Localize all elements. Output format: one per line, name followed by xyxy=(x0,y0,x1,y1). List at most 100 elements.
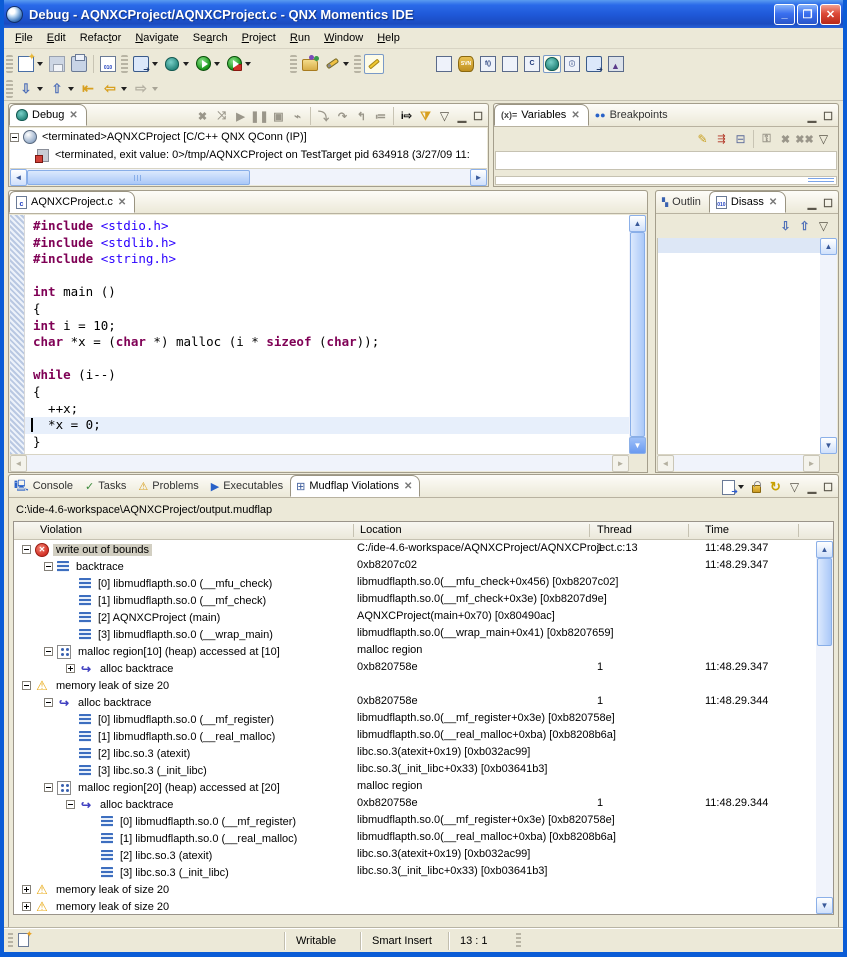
scroll-right-icon[interactable]: ► xyxy=(612,455,629,472)
menu-project[interactable]: Project xyxy=(235,30,283,46)
close-tab-icon[interactable]: ✕ xyxy=(769,197,777,208)
code-line[interactable]: *x = 0; xyxy=(25,417,629,434)
filter-button[interactable]: ⧩ xyxy=(416,107,435,125)
toolbar-drag-handle[interactable] xyxy=(6,80,13,98)
search-button[interactable] xyxy=(322,54,342,74)
menu-search[interactable]: Search xyxy=(186,30,235,46)
violation-row[interactable]: [3] libc.so.3 (_init_libc)libc.so.3(_ini… xyxy=(14,762,816,779)
expander-icon[interactable] xyxy=(66,800,75,809)
scroll-left-icon[interactable]: ◄ xyxy=(10,169,27,186)
open-element-button[interactable] xyxy=(300,54,320,74)
scrollbar-thumb[interactable] xyxy=(27,170,250,185)
close-tab-icon[interactable]: ✕ xyxy=(118,197,126,208)
violation-row[interactable]: ↪alloc backtrace0xb820758e111:48.29.344 xyxy=(14,694,816,711)
fast-view-icon[interactable] xyxy=(18,933,29,947)
previous-edit-dropdown-arrow[interactable] xyxy=(68,87,74,91)
terminate-all-button[interactable]: ✖ xyxy=(193,107,212,125)
expander-icon[interactable] xyxy=(22,545,31,554)
maximize-button[interactable]: ❐ xyxy=(797,4,818,25)
run-dropdown-arrow[interactable] xyxy=(214,62,220,66)
violation-row[interactable]: [2] libc.so.3 (atexit)libc.so.3(atexit+0… xyxy=(14,847,816,864)
run-button[interactable] xyxy=(193,54,213,74)
editor-horizontal-scrollbar[interactable]: ◄ ► xyxy=(10,454,629,471)
scroll-down-icon[interactable]: ▼ xyxy=(820,437,837,454)
scroll-left-icon[interactable]: ◄ xyxy=(657,455,674,472)
column-violation[interactable]: Violation xyxy=(40,524,82,536)
violations-vertical-scrollbar[interactable]: ▲ ▼ xyxy=(816,541,833,914)
step-into-button[interactable]: ⤵ xyxy=(314,107,333,125)
menu-run[interactable]: Run xyxy=(283,30,317,46)
profile-button[interactable] xyxy=(224,54,244,74)
code-line[interactable]: #include <string.h> xyxy=(25,251,629,268)
show-type-names-button[interactable]: ✎ xyxy=(693,130,712,148)
violation-row[interactable]: ⚠memory leak of size 20 xyxy=(14,677,816,694)
tab-editor-aqnxcproject[interactable]: c AQNXCProject.c ✕ xyxy=(9,191,135,213)
back-dropdown-arrow[interactable] xyxy=(121,87,127,91)
column-location[interactable]: Location xyxy=(360,524,402,536)
close-tab-icon[interactable]: ✕ xyxy=(404,481,412,492)
debug-tree-row[interactable]: <terminated>AQNXCProject [C/C++ QNX QCon… xyxy=(10,128,487,146)
tab-variables[interactable]: (x)= Variables ✕ xyxy=(494,104,589,126)
tab-executables[interactable]: ▶ Executables xyxy=(206,475,290,497)
minimize-button[interactable]: _ xyxy=(774,4,795,25)
menu-window[interactable]: Window xyxy=(317,30,370,46)
violation-row[interactable]: [3] libc.so.3 (_init_libc)libc.so.3(_ini… xyxy=(14,864,816,881)
expander-icon[interactable] xyxy=(44,647,53,656)
code-text[interactable]: #include <stdio.h>#include <stdlib.h>#in… xyxy=(25,215,629,454)
toolbar-drag-handle[interactable] xyxy=(121,55,128,73)
maximize-view-icon[interactable]: ☐ xyxy=(820,481,836,494)
violation-row[interactable]: [2] AQNXCProject (main)AQNXCProject(main… xyxy=(14,609,816,626)
close-tab-icon[interactable]: ✕ xyxy=(571,110,579,121)
sash-grip[interactable] xyxy=(808,178,834,183)
violation-row[interactable]: [0] libmudflapth.so.0 (__mfu_check)libmu… xyxy=(14,575,816,592)
mark-occurrences-toggle[interactable] xyxy=(364,54,384,74)
title-bar[interactable]: Debug - AQNXCProject/AQNXCProject.c - QN… xyxy=(0,0,847,28)
search-dropdown-arrow[interactable] xyxy=(343,62,349,66)
code-line[interactable] xyxy=(25,268,629,285)
violation-row[interactable]: [0] libmudflapth.so.0 (__mf_register)lib… xyxy=(14,711,816,728)
new-dropdown-arrow[interactable] xyxy=(37,62,43,66)
toolbar-drag-handle[interactable] xyxy=(354,55,361,73)
code-line[interactable]: char *x = (char *) malloc (i * sizeof (c… xyxy=(25,334,629,351)
expander-icon[interactable] xyxy=(22,681,31,690)
violation-row[interactable]: [1] libmudflapth.so.0 (__real_malloc)lib… xyxy=(14,830,816,847)
back-history-button[interactable]: ⇤ xyxy=(78,79,98,99)
target-navigator-button[interactable] xyxy=(131,54,151,74)
violation-row[interactable]: backtrace0xb8207c0211:48.29.347 xyxy=(14,558,816,575)
close-button[interactable]: ✕ xyxy=(820,4,841,25)
tab-debug[interactable]: Debug ✕ xyxy=(9,104,87,126)
terminate-button[interactable]: ▣ xyxy=(269,107,288,125)
code-editor[interactable]: #include <stdio.h>#include <stdlib.h>#in… xyxy=(10,215,629,454)
violation-row[interactable]: [0] libmudflapth.so.0 (__mf_register)lib… xyxy=(14,813,816,830)
statusbar-drag-handle[interactable] xyxy=(516,933,521,949)
expander-icon[interactable] xyxy=(22,902,31,911)
violation-row[interactable]: [2] libc.so.3 (atexit)libc.so.3(atexit+0… xyxy=(14,745,816,762)
scroll-down-icon[interactable]: ▼ xyxy=(629,437,646,454)
remove-selected-button[interactable]: ✖ xyxy=(776,130,795,148)
scroll-down-icon[interactable]: ▼ xyxy=(816,897,833,914)
new-wizard-button[interactable] xyxy=(16,54,36,74)
target-perspective-button[interactable] xyxy=(584,54,604,74)
code-line[interactable]: { xyxy=(25,384,629,401)
expander-icon[interactable] xyxy=(22,885,31,894)
step-return-button[interactable]: ↰ xyxy=(352,107,371,125)
scroll-left-icon[interactable]: ◄ xyxy=(10,455,27,472)
view-menu-icon[interactable]: ▽ xyxy=(814,217,833,235)
view-menu-icon[interactable]: ▽ xyxy=(435,107,454,125)
cpp-perspective-button[interactable]: C xyxy=(522,54,542,74)
code-line[interactable]: { xyxy=(25,301,629,318)
debug-tree-row[interactable]: <terminated, exit value: 0>/tmp/AQNXCPro… xyxy=(10,146,487,164)
suspend-button[interactable]: ❚❚ xyxy=(250,107,269,125)
scroll-to-top-button[interactable]: ⇧ xyxy=(795,217,814,235)
debug-button[interactable] xyxy=(162,54,182,74)
violation-row[interactable]: ⚠memory leak of size 20 xyxy=(14,898,816,914)
forward-dropdown-arrow[interactable] xyxy=(152,87,158,91)
disassembly-content[interactable] xyxy=(657,238,820,454)
code-line[interactable]: } xyxy=(25,434,629,451)
maximize-view-icon[interactable]: ☐ xyxy=(470,110,486,123)
tab-breakpoints[interactable]: ●● Breakpoints xyxy=(589,104,676,126)
code-line[interactable]: #include <stdio.h> xyxy=(25,218,629,235)
previous-edit-button[interactable]: ⇧ xyxy=(47,79,67,99)
violation-row[interactable]: [1] libmudflapth.so.0 (__mf_check)libmud… xyxy=(14,592,816,609)
column-thread[interactable]: Thread xyxy=(597,524,632,536)
